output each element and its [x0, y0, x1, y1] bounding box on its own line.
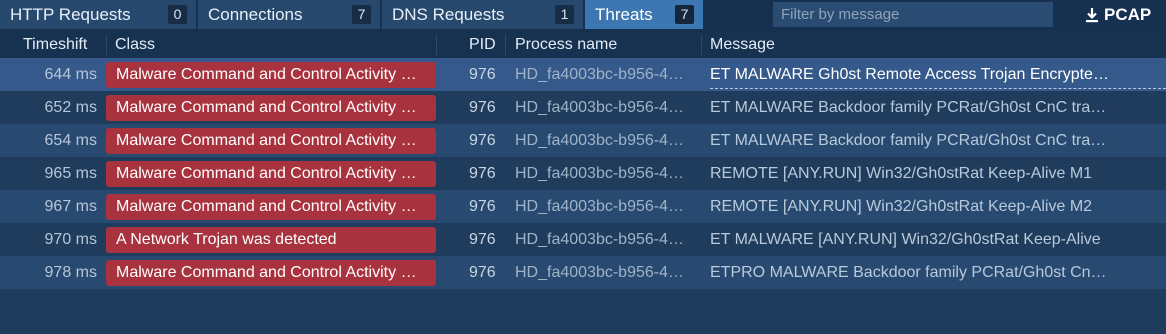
download-icon — [1086, 7, 1098, 22]
timeshift-cell: 654 ms — [44, 132, 97, 149]
timeshift-cell: 967 ms — [44, 198, 97, 215]
tab-count-badge: 0 — [168, 5, 187, 24]
tab-dns-requests[interactable]: DNS Requests 1 — [382, 0, 583, 29]
process-name-cell: HD_fa4003bc-b956-4d8a-a54c — [515, 198, 690, 215]
table-row[interactable]: 965 ms Malware Command and Control Activ… — [0, 157, 1166, 190]
pid-cell: 976 — [469, 231, 496, 248]
pid-cell: 976 — [469, 198, 496, 215]
table-header: Timeshift Class PID Process name Message — [0, 31, 1166, 58]
column-divider — [436, 35, 437, 55]
table-row[interactable]: 652 ms Malware Command and Control Activ… — [0, 91, 1166, 124]
tab-bar: HTTP Requests 0 Connections 7 DNS Reques… — [0, 0, 1166, 31]
column-divider — [106, 35, 107, 55]
message-cell: REMOTE [ANY.RUN] Win32/Gh0stRat Keep-Ali… — [710, 198, 1093, 215]
column-divider — [505, 35, 506, 55]
message-cell: ET MALWARE [ANY.RUN] Win32/Gh0stRat Keep… — [710, 231, 1101, 248]
process-name-cell: HD_fa4003bc-b956-4d8a-a54c — [515, 66, 690, 83]
pid-cell: 976 — [469, 165, 496, 182]
column-header-pid[interactable]: PID — [469, 31, 496, 58]
message-cell: ETPRO MALWARE Backdoor family PCRat/Gh0s… — [710, 264, 1110, 281]
threat-class-badge: A Network Trojan was detected — [106, 227, 436, 253]
threat-class-badge: Malware Command and Control Activity Det… — [106, 128, 436, 154]
threat-class-badge: Malware Command and Control Activity Det… — [106, 161, 436, 187]
pid-cell: 976 — [469, 99, 496, 116]
table-row[interactable]: 644 ms Malware Command and Control Activ… — [0, 58, 1166, 91]
process-name-cell: HD_fa4003bc-b956-4d8a-a54c — [515, 231, 690, 248]
threat-class-badge: Malware Command and Control Activity Det… — [106, 260, 436, 286]
table-row[interactable]: 967 ms Malware Command and Control Activ… — [0, 190, 1166, 223]
message-cell: ET MALWARE Backdoor family PCRat/Gh0st C… — [710, 99, 1110, 116]
column-header-message[interactable]: Message — [710, 31, 775, 58]
message-cell: ET MALWARE Backdoor family PCRat/Gh0st C… — [710, 132, 1110, 149]
pid-cell: 976 — [469, 264, 496, 281]
threats-table-body: 644 ms Malware Command and Control Activ… — [0, 58, 1166, 289]
tab-count-badge: 7 — [352, 5, 371, 24]
pid-cell: 976 — [469, 66, 496, 83]
threat-class-badge: Malware Command and Control Activity Det… — [106, 95, 436, 121]
message-link-underline — [710, 88, 1166, 89]
tab-label: Threats — [595, 4, 653, 24]
process-name-cell: HD_fa4003bc-b956-4d8a-a54c — [515, 165, 690, 182]
timeshift-cell: 652 ms — [44, 99, 97, 116]
column-header-class[interactable]: Class — [115, 31, 155, 58]
tab-label: HTTP Requests — [10, 4, 131, 24]
tab-count-badge: 7 — [675, 5, 694, 24]
tab-http-requests[interactable]: HTTP Requests 0 — [0, 0, 196, 29]
table-row[interactable]: 654 ms Malware Command and Control Activ… — [0, 124, 1166, 157]
tab-label: DNS Requests — [392, 4, 505, 24]
timeshift-cell: 978 ms — [44, 264, 97, 281]
pcap-label: PCAP — [1104, 4, 1152, 24]
tab-connections[interactable]: Connections 7 — [198, 0, 380, 29]
process-name-cell: HD_fa4003bc-b956-4d8a-a54c — [515, 132, 690, 149]
tab-threats[interactable]: Threats 7 — [585, 0, 703, 29]
column-header-process-name[interactable]: Process name — [515, 31, 617, 58]
pid-cell: 976 — [469, 132, 496, 149]
filter-by-message-input[interactable] — [773, 2, 1053, 27]
message-cell: REMOTE [ANY.RUN] Win32/Gh0stRat Keep-Ali… — [710, 165, 1093, 182]
column-header-timeshift[interactable]: Timeshift — [23, 31, 87, 58]
tab-label: Connections — [208, 4, 303, 24]
threat-class-badge: Malware Command and Control Activity Det… — [106, 194, 436, 220]
timeshift-cell: 965 ms — [44, 165, 97, 182]
threat-class-badge: Malware Command and Control Activity Det… — [106, 62, 436, 88]
table-row[interactable]: 970 ms A Network Trojan was detected 976… — [0, 223, 1166, 256]
tab-count-badge: 1 — [555, 5, 574, 24]
process-name-cell: HD_fa4003bc-b956-4d8a-a54c — [515, 99, 690, 116]
process-name-cell: HD_fa4003bc-b956-4d8a-a54c — [515, 264, 690, 281]
table-row[interactable]: 978 ms Malware Command and Control Activ… — [0, 256, 1166, 289]
timeshift-cell: 970 ms — [44, 231, 97, 248]
timeshift-cell: 644 ms — [44, 66, 97, 83]
column-divider — [701, 35, 702, 55]
message-cell[interactable]: ET MALWARE Gh0st Remote Access Trojan En… — [710, 58, 1110, 91]
pcap-download-button[interactable]: PCAP — [1085, 0, 1151, 29]
